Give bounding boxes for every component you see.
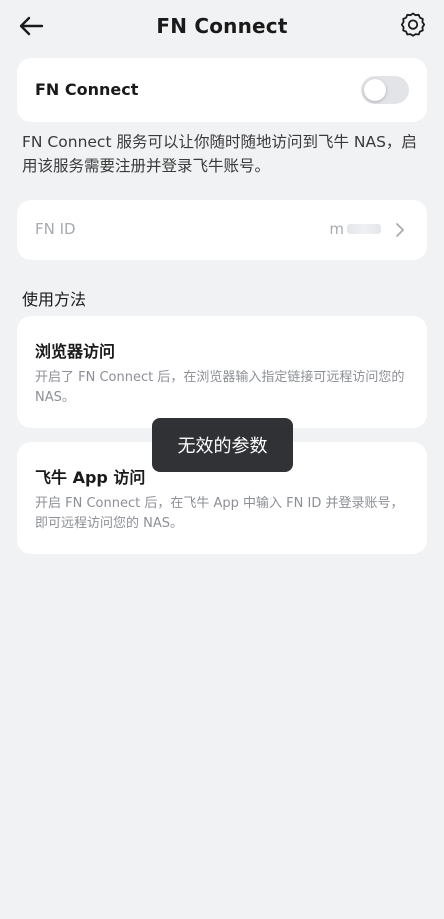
fn-id-row[interactable]: FN ID m — [17, 200, 427, 260]
fn-id-value: m — [329, 220, 381, 238]
fn-connect-page: FN Connect FN Connect FN Connect 服务可以让你随… — [0, 0, 444, 919]
browser-access-heading: 浏览器访问 — [35, 342, 116, 361]
app-access-body: 开启 FN Connect 后，在飞牛 App 中输入 FN ID 并登录账号，… — [35, 496, 404, 531]
gear-icon — [399, 11, 427, 43]
fn-connect-toggle-label: FN Connect — [35, 80, 139, 99]
app-access-heading: 飞牛 App 访问 — [35, 468, 146, 487]
browser-access-body: 开启了 FN Connect 后，在浏览器输入指定链接可远程访问您的 NAS。 — [35, 370, 405, 405]
chevron-right-icon — [395, 222, 405, 242]
browser-access-card: 浏览器访问 开启了 FN Connect 后，在浏览器输入指定链接可远程访问您的… — [17, 316, 427, 428]
page-title: FN Connect — [156, 14, 288, 38]
settings-button[interactable] — [398, 12, 428, 42]
switch-knob — [364, 79, 386, 101]
fn-id-redacted — [347, 224, 381, 234]
fn-id-label: FN ID — [35, 220, 76, 238]
toast-message: 无效的参数 — [152, 418, 293, 472]
service-description: FN Connect 服务可以让你随时随地访问到飞牛 NAS，启用该服务需要注册… — [22, 133, 417, 175]
usage-section-title: 使用方法 — [22, 290, 87, 309]
fn-connect-toggle-card: FN Connect — [17, 58, 427, 122]
fn-connect-switch[interactable] — [361, 76, 409, 104]
top-bar: FN Connect — [0, 0, 444, 56]
fn-id-value-text: m — [329, 220, 344, 238]
